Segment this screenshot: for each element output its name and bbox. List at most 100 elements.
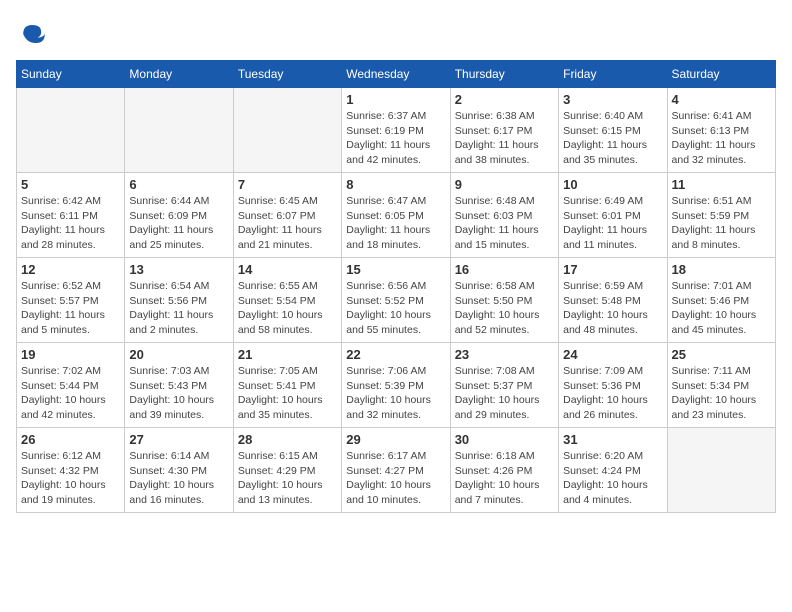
day-info: Sunrise: 6:48 AM Sunset: 6:03 PM Dayligh… [455,194,554,253]
calendar-cell: 28 Sunrise: 6:15 AM Sunset: 4:29 PM Dayli… [233,428,341,513]
day-info: Sunrise: 6:47 AM Sunset: 6:05 PM Dayligh… [346,194,445,253]
calendar-cell [17,88,125,173]
day-info: Sunrise: 6:49 AM Sunset: 6:01 PM Dayligh… [563,194,662,253]
calendar-cell: 12 Sunrise: 6:52 AM Sunset: 5:57 PM Dayli… [17,258,125,343]
weekday-header-wednesday: Wednesday [342,61,450,88]
day-info: Sunrise: 6:41 AM Sunset: 6:13 PM Dayligh… [672,109,771,168]
day-number: 8 [346,177,445,192]
calendar-cell: 24 Sunrise: 7:09 AM Sunset: 5:36 PM Dayli… [559,343,667,428]
calendar-week-row: 12 Sunrise: 6:52 AM Sunset: 5:57 PM Dayli… [17,258,776,343]
weekday-header-friday: Friday [559,61,667,88]
day-number: 20 [129,347,228,362]
day-info: Sunrise: 6:59 AM Sunset: 5:48 PM Dayligh… [563,279,662,338]
day-number: 1 [346,92,445,107]
calendar-cell: 16 Sunrise: 6:58 AM Sunset: 5:50 PM Dayli… [450,258,558,343]
day-number: 18 [672,262,771,277]
day-number: 25 [672,347,771,362]
day-info: Sunrise: 6:14 AM Sunset: 4:30 PM Dayligh… [129,449,228,508]
day-number: 26 [21,432,120,447]
calendar-cell: 2Sunrise: 6:38 AM Sunset: 6:17 PM Daylig… [450,88,558,173]
calendar-header: SundayMondayTuesdayWednesdayThursdayFrid… [17,61,776,88]
calendar-cell: 10 Sunrise: 6:49 AM Sunset: 6:01 PM Dayli… [559,173,667,258]
calendar-cell: 19Sunrise: 7:02 AM Sunset: 5:44 PM Dayli… [17,343,125,428]
calendar-cell [667,428,775,513]
calendar-cell: 15 Sunrise: 6:56 AM Sunset: 5:52 PM Dayli… [342,258,450,343]
calendar-cell: 30 Sunrise: 6:18 AM Sunset: 4:26 PM Dayli… [450,428,558,513]
calendar-cell: 22Sunrise: 7:06 AM Sunset: 5:39 PM Dayli… [342,343,450,428]
weekday-header-tuesday: Tuesday [233,61,341,88]
calendar-week-row: 19Sunrise: 7:02 AM Sunset: 5:44 PM Dayli… [17,343,776,428]
calendar-cell: 5 Sunrise: 6:42 AM Sunset: 6:11 PM Daylig… [17,173,125,258]
day-number: 22 [346,347,445,362]
calendar-cell: 14Sunrise: 6:55 AM Sunset: 5:54 PM Dayli… [233,258,341,343]
calendar-cell: 1 Sunrise: 6:37 AM Sunset: 6:19 PM Daylig… [342,88,450,173]
day-number: 10 [563,177,662,192]
day-info: Sunrise: 6:18 AM Sunset: 4:26 PM Dayligh… [455,449,554,508]
day-info: Sunrise: 6:44 AM Sunset: 6:09 PM Dayligh… [129,194,228,253]
day-number: 5 [21,177,120,192]
day-number: 29 [346,432,445,447]
day-info: Sunrise: 7:11 AM Sunset: 5:34 PM Dayligh… [672,364,771,423]
day-info: Sunrise: 7:08 AM Sunset: 5:37 PM Dayligh… [455,364,554,423]
calendar-cell: 21Sunrise: 7:05 AM Sunset: 5:41 PM Dayli… [233,343,341,428]
day-info: Sunrise: 6:17 AM Sunset: 4:27 PM Dayligh… [346,449,445,508]
weekday-header-monday: Monday [125,61,233,88]
day-info: Sunrise: 7:09 AM Sunset: 5:36 PM Dayligh… [563,364,662,423]
day-number: 4 [672,92,771,107]
calendar-cell: 29 Sunrise: 6:17 AM Sunset: 4:27 PM Dayli… [342,428,450,513]
calendar-cell: 18 Sunrise: 7:01 AM Sunset: 5:46 PM Dayli… [667,258,775,343]
page-header [16,16,776,52]
day-number: 12 [21,262,120,277]
day-number: 7 [238,177,337,192]
day-info: Sunrise: 6:56 AM Sunset: 5:52 PM Dayligh… [346,279,445,338]
day-number: 24 [563,347,662,362]
calendar-table: SundayMondayTuesdayWednesdayThursdayFrid… [16,60,776,513]
calendar-cell: 4 Sunrise: 6:41 AM Sunset: 6:13 PM Daylig… [667,88,775,173]
day-number: 28 [238,432,337,447]
day-number: 21 [238,347,337,362]
day-number: 27 [129,432,228,447]
calendar-cell: 27 Sunrise: 6:14 AM Sunset: 4:30 PM Dayli… [125,428,233,513]
weekday-header-thursday: Thursday [450,61,558,88]
weekday-header-sunday: Sunday [17,61,125,88]
day-number: 6 [129,177,228,192]
day-info: Sunrise: 6:58 AM Sunset: 5:50 PM Dayligh… [455,279,554,338]
calendar-cell: 6 Sunrise: 6:44 AM Sunset: 6:09 PM Daylig… [125,173,233,258]
day-number: 15 [346,262,445,277]
day-info: Sunrise: 6:15 AM Sunset: 4:29 PM Dayligh… [238,449,337,508]
calendar-week-row: 1 Sunrise: 6:37 AM Sunset: 6:19 PM Daylig… [17,88,776,173]
day-info: Sunrise: 7:01 AM Sunset: 5:46 PM Dayligh… [672,279,771,338]
day-number: 30 [455,432,554,447]
day-number: 11 [672,177,771,192]
calendar-week-row: 26 Sunrise: 6:12 AM Sunset: 4:32 PM Dayli… [17,428,776,513]
calendar-cell [125,88,233,173]
day-info: Sunrise: 6:45 AM Sunset: 6:07 PM Dayligh… [238,194,337,253]
day-info: Sunrise: 6:51 AM Sunset: 5:59 PM Dayligh… [672,194,771,253]
day-info: Sunrise: 6:38 AM Sunset: 6:17 PM Dayligh… [455,109,554,168]
weekday-header-saturday: Saturday [667,61,775,88]
day-number: 23 [455,347,554,362]
calendar-cell [233,88,341,173]
day-info: Sunrise: 6:37 AM Sunset: 6:19 PM Dayligh… [346,109,445,168]
day-number: 17 [563,262,662,277]
day-number: 9 [455,177,554,192]
calendar-cell: 3Sunrise: 6:40 AM Sunset: 6:15 PM Daylig… [559,88,667,173]
day-info: Sunrise: 6:12 AM Sunset: 4:32 PM Dayligh… [21,449,120,508]
day-number: 14 [238,262,337,277]
day-info: Sunrise: 6:54 AM Sunset: 5:56 PM Dayligh… [129,279,228,338]
calendar-cell: 13 Sunrise: 6:54 AM Sunset: 5:56 PM Dayli… [125,258,233,343]
calendar-body: 1 Sunrise: 6:37 AM Sunset: 6:19 PM Daylig… [17,88,776,513]
day-info: Sunrise: 6:42 AM Sunset: 6:11 PM Dayligh… [21,194,120,253]
day-number: 13 [129,262,228,277]
calendar-cell: 23 Sunrise: 7:08 AM Sunset: 5:37 PM Dayli… [450,343,558,428]
day-number: 16 [455,262,554,277]
day-number: 3 [563,92,662,107]
day-info: Sunrise: 6:52 AM Sunset: 5:57 PM Dayligh… [21,279,120,338]
calendar-cell: 7 Sunrise: 6:45 AM Sunset: 6:07 PM Daylig… [233,173,341,258]
calendar-cell: 25 Sunrise: 7:11 AM Sunset: 5:34 PM Dayli… [667,343,775,428]
weekday-header-row: SundayMondayTuesdayWednesdayThursdayFrid… [17,61,776,88]
day-info: Sunrise: 7:03 AM Sunset: 5:43 PM Dayligh… [129,364,228,423]
calendar-week-row: 5 Sunrise: 6:42 AM Sunset: 6:11 PM Daylig… [17,173,776,258]
day-info: Sunrise: 6:20 AM Sunset: 4:24 PM Dayligh… [563,449,662,508]
calendar-cell: 26 Sunrise: 6:12 AM Sunset: 4:32 PM Dayli… [17,428,125,513]
